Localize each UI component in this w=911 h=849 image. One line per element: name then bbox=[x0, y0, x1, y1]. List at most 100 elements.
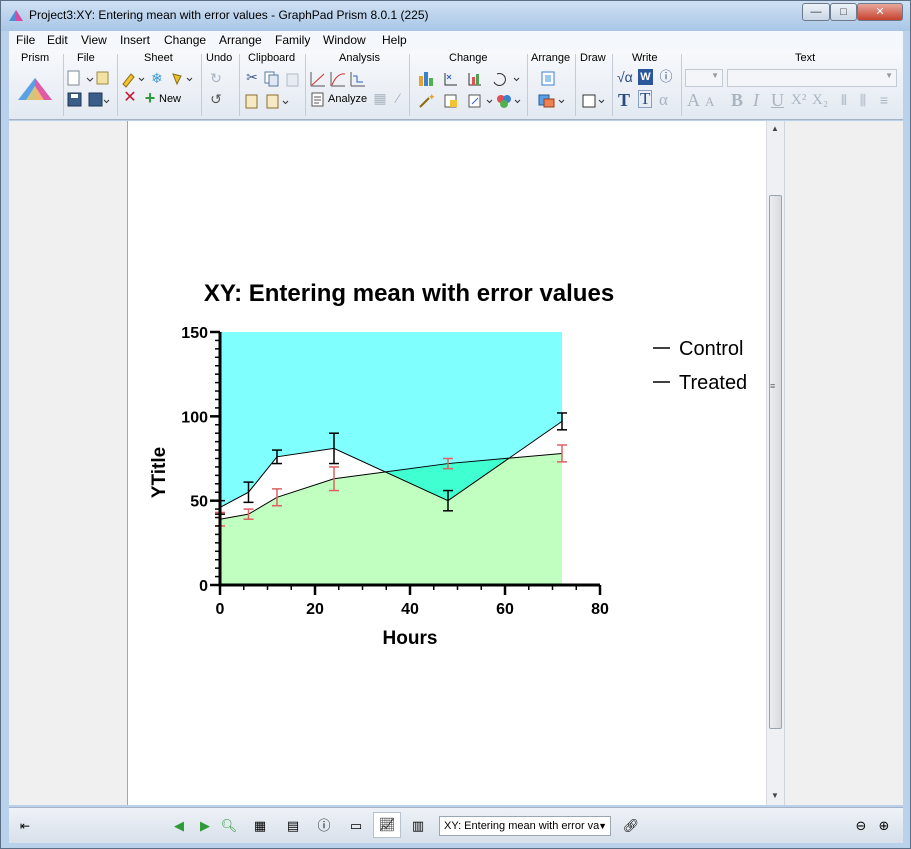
menu-file[interactable]: File bbox=[16, 33, 35, 47]
table-icon[interactable]: ▦ bbox=[371, 90, 389, 108]
graph-tab-icon[interactable]: 📈︎ bbox=[373, 812, 401, 838]
menu-view[interactable]: View bbox=[81, 33, 107, 47]
vertical-scrollbar[interactable]: ▲ ≡ ▼ bbox=[766, 121, 784, 805]
close-button[interactable]: ✕ bbox=[857, 3, 903, 21]
align-icon[interactable] bbox=[537, 92, 571, 110]
separator bbox=[681, 54, 682, 116]
analysis-curve-icons[interactable] bbox=[309, 70, 373, 88]
text-spacing-icon[interactable]: ⫴ bbox=[835, 92, 853, 110]
scrollbar-thumb[interactable] bbox=[769, 195, 782, 729]
svg-text:❄: ❄ bbox=[151, 70, 163, 86]
legend-label-treated: Treated bbox=[679, 372, 747, 394]
font-name-combo[interactable]: ▼ bbox=[727, 69, 897, 87]
info-icon[interactable]: ⓘ bbox=[314, 817, 334, 835]
plus-icon[interactable]: + bbox=[141, 89, 159, 108]
analyze-icon[interactable] bbox=[311, 92, 325, 108]
previous-sheet-icon[interactable]: ◀ bbox=[169, 817, 189, 835]
text-tool-box-icon[interactable]: T bbox=[638, 90, 653, 108]
y-axis-label[interactable]: YTitle bbox=[149, 447, 170, 498]
group-label-analysis: Analysis bbox=[339, 52, 380, 64]
ribbon-toolbar: Prism File Sheet Undo Clipboard Analysis… bbox=[9, 50, 903, 120]
maximize-button[interactable]: □ bbox=[830, 3, 857, 21]
analyze-button[interactable]: Analyze bbox=[328, 93, 367, 105]
new-document-icon[interactable] bbox=[67, 70, 111, 88]
change-format-icons[interactable]: ✦ bbox=[417, 92, 525, 110]
y-tick-label: 100 bbox=[181, 409, 208, 426]
menu-edit[interactable]: Edit bbox=[47, 33, 68, 47]
wand-icon[interactable]: ⁄ bbox=[389, 90, 407, 108]
arrange-icon[interactable] bbox=[539, 70, 559, 88]
layout-icon[interactable]: ▥ bbox=[408, 817, 428, 835]
menu-arrange[interactable]: Arrange bbox=[219, 33, 262, 47]
separator bbox=[239, 54, 240, 116]
menu-help[interactable]: Help bbox=[382, 33, 407, 47]
zoom-out-icon[interactable]: ⊖ bbox=[851, 817, 871, 835]
xy-graph[interactable]: 0 50 100 150 0 20 40 60 80 XY: Entering mean wit… bbox=[128, 121, 766, 805]
equation-icon[interactable]: √α bbox=[617, 69, 633, 85]
link-icon[interactable]: 🔗︎ bbox=[621, 817, 641, 835]
y-tick-label: 50 bbox=[190, 494, 208, 511]
menu-bar: File Edit View Insert Change Arrange Fam… bbox=[9, 31, 903, 50]
subscript-icon[interactable]: X₂ bbox=[812, 92, 828, 109]
x-tick-label: 60 bbox=[496, 601, 514, 618]
menu-window[interactable]: Window bbox=[323, 33, 366, 47]
separator bbox=[305, 54, 306, 116]
separator bbox=[409, 54, 410, 116]
paste-icon[interactable] bbox=[243, 92, 301, 110]
separator bbox=[575, 54, 576, 116]
sheet-selector[interactable]: XY: Entering mean with error va ▼ bbox=[439, 816, 611, 836]
results-icon[interactable]: ▭ bbox=[346, 817, 366, 835]
group-label-draw: Draw bbox=[580, 52, 606, 64]
word-icon[interactable]: W bbox=[638, 69, 653, 85]
separator bbox=[201, 54, 202, 116]
chart-title[interactable]: XY: Entering mean with error values bbox=[204, 280, 614, 307]
info-constant-icon[interactable]: ⓘ bbox=[657, 69, 675, 87]
next-sheet-icon[interactable]: ▶ bbox=[195, 817, 215, 835]
change-graph-icons[interactable] bbox=[417, 70, 521, 88]
align-text-icon[interactable]: ≡ bbox=[875, 92, 893, 110]
find-sheet-icon[interactable]: 🔍︎ bbox=[219, 817, 239, 835]
draw-shape-icon[interactable] bbox=[581, 92, 611, 110]
info-sheet-icon[interactable]: ▤ bbox=[283, 817, 303, 835]
y-tick-label: 0 bbox=[199, 578, 208, 595]
x-axis-label[interactable]: Hours bbox=[383, 628, 438, 649]
save-icon[interactable] bbox=[67, 92, 111, 110]
x-tick-label: 40 bbox=[401, 601, 419, 618]
underline-icon[interactable]: U bbox=[771, 90, 784, 111]
zoom-in-icon[interactable]: ⊕ bbox=[874, 817, 894, 835]
sheet-tools-icons[interactable]: ❄ bbox=[121, 70, 197, 88]
group-label-sheet: Sheet bbox=[144, 52, 173, 64]
data-table-icon[interactable]: ▦ bbox=[250, 817, 270, 835]
minimize-button[interactable]: — bbox=[802, 3, 830, 21]
group-label-clipboard: Clipboard bbox=[248, 52, 296, 64]
menu-family[interactable]: Family bbox=[275, 33, 310, 47]
greek-alpha-icon[interactable]: α bbox=[659, 90, 668, 110]
font-size-combo[interactable]: ▼ bbox=[685, 69, 723, 87]
group-label-text: Text bbox=[795, 52, 816, 64]
navigator-toggle-icon[interactable]: ⇤ bbox=[15, 817, 35, 835]
legend[interactable]: Control Treated bbox=[653, 338, 747, 394]
decrease-font-icon[interactable]: A bbox=[705, 94, 714, 110]
new-sheet-button[interactable]: New bbox=[159, 93, 181, 105]
menu-change[interactable]: Change bbox=[164, 33, 206, 47]
sheet-selector-value: XY: Entering mean with error va bbox=[444, 820, 600, 832]
menu-insert[interactable]: Insert bbox=[120, 33, 150, 47]
x-tick-label: 20 bbox=[306, 601, 324, 618]
separator bbox=[63, 54, 64, 116]
increase-font-icon[interactable]: A bbox=[687, 90, 700, 111]
undo-icon[interactable]: ↺ bbox=[207, 91, 225, 109]
scroll-up-arrow-icon[interactable]: ▲ bbox=[771, 124, 779, 133]
text-rotate-icon[interactable]: ⫼ bbox=[854, 92, 872, 110]
delete-sheet-icon[interactable]: ✕ bbox=[121, 90, 139, 108]
superscript-icon[interactable]: X² bbox=[791, 92, 806, 109]
copy-icon[interactable] bbox=[263, 70, 303, 88]
title-bar: Project3:XY: Entering mean with error va… bbox=[1, 1, 910, 31]
prism-menu-icon[interactable] bbox=[18, 78, 52, 100]
italic-icon[interactable]: I bbox=[753, 90, 759, 111]
bold-icon[interactable]: B bbox=[731, 90, 743, 111]
redo-icon[interactable]: ↻ bbox=[207, 70, 225, 88]
right-gutter bbox=[784, 121, 903, 805]
scroll-down-arrow-icon[interactable]: ▼ bbox=[771, 791, 779, 800]
cut-icon[interactable]: ✂ bbox=[243, 69, 261, 87]
text-tool-bold-icon[interactable]: T bbox=[618, 90, 630, 111]
